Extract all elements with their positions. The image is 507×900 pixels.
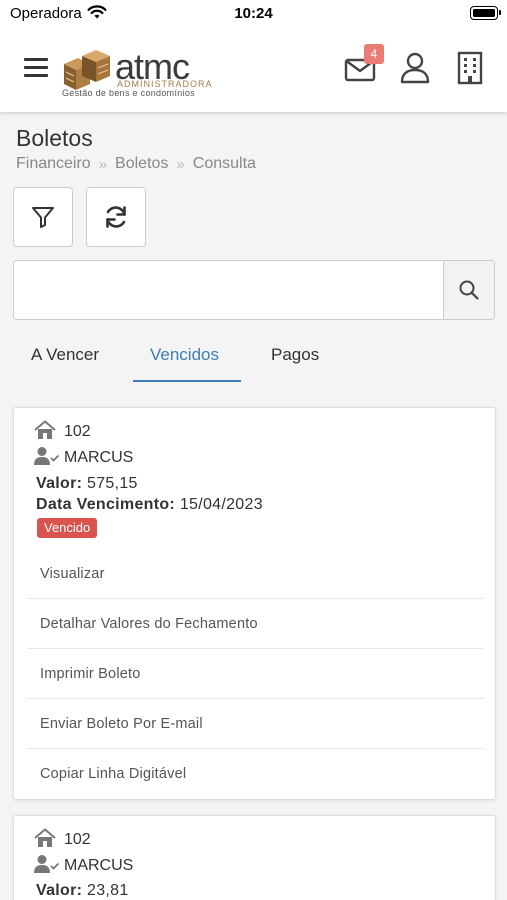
building-icon: [457, 51, 483, 85]
vencimento-row: Data Vencimento: 15/04/2023: [36, 496, 263, 514]
action-enviar-email[interactable]: Enviar Boleto Por E-mail: [27, 699, 484, 749]
mail-count-badge: 4: [364, 44, 384, 64]
owner-name: MARCUS: [64, 449, 134, 466]
active-tab-indicator: [133, 380, 241, 382]
valor-label: Valor:: [36, 475, 83, 492]
valor-value: 575,15: [87, 475, 138, 492]
breadcrumb-item[interactable]: Boletos: [115, 155, 168, 173]
status-badge: Vencido: [37, 518, 98, 538]
messages-button[interactable]: 4: [343, 44, 384, 86]
profile-button[interactable]: [398, 50, 434, 86]
company-logo: atmc ADMINISTRADORA Gestão de bens e con…: [60, 46, 212, 98]
page-title: Boletos: [16, 125, 93, 151]
hamburger-line: [24, 74, 48, 77]
user-check-icon: [34, 447, 60, 465]
refresh-button[interactable]: [86, 187, 146, 247]
breadcrumb-separator-icon: »: [98, 155, 108, 173]
menu-button[interactable]: [24, 58, 48, 78]
breadcrumb-item: Consulta: [192, 155, 256, 172]
valor-row: Valor: 23,81: [36, 882, 129, 900]
home-icon: [34, 420, 56, 439]
user-icon: [400, 52, 430, 84]
valor-row: Valor: 575,15: [36, 475, 138, 493]
status-bar: Operadora 10:24: [0, 0, 507, 28]
user-check-icon: [34, 855, 60, 873]
boleto-card: 102 MARCUS Valor: 575,15 Data Vencimento…: [13, 407, 496, 800]
tab-vencidos[interactable]: Vencidos: [150, 345, 219, 365]
filter-icon: [32, 207, 54, 228]
search-bar: [13, 260, 495, 320]
owner-name: MARCUS: [64, 857, 134, 874]
search-input[interactable]: [14, 261, 444, 319]
tab-a-vencer[interactable]: A Vencer: [31, 345, 99, 365]
breadcrumb-separator-icon: »: [176, 155, 185, 173]
valor-label: Valor:: [36, 882, 83, 899]
valor-value: 23,81: [87, 882, 129, 899]
filter-button[interactable]: [13, 187, 73, 247]
unit-number: 102: [64, 423, 91, 440]
tab-pagos[interactable]: Pagos: [271, 345, 319, 365]
action-imprimir-boleto[interactable]: Imprimir Boleto: [27, 649, 484, 699]
app-header: atmc ADMINISTRADORA Gestão de bens e con…: [0, 28, 507, 112]
breadcrumb: Financeiro » Boletos » Consulta: [16, 155, 256, 173]
vencimento-label: Data Vencimento:: [36, 496, 176, 513]
search-button[interactable]: [443, 261, 494, 319]
hamburger-line: [24, 58, 48, 61]
clock: 10:24: [234, 5, 273, 22]
action-copiar-linha[interactable]: Copiar Linha Digitável: [27, 749, 484, 799]
hamburger-line: [24, 66, 48, 69]
action-visualizar[interactable]: Visualizar: [27, 549, 484, 599]
condominium-button[interactable]: [454, 50, 490, 86]
vencimento-value: 15/04/2023: [179, 496, 263, 513]
battery-icon: [470, 6, 501, 20]
home-icon: [34, 828, 56, 847]
refresh-icon: [106, 206, 126, 228]
action-detalhar-valores[interactable]: Detalhar Valores do Fechamento: [27, 599, 484, 649]
unit-number: 102: [64, 831, 91, 848]
search-icon: [459, 280, 479, 300]
boleto-card: 102 MARCUS Valor: 23,81: [13, 815, 496, 900]
breadcrumb-item[interactable]: Financeiro: [16, 155, 91, 173]
logo-tagline: Gestão de bens e condomínios: [62, 88, 195, 98]
